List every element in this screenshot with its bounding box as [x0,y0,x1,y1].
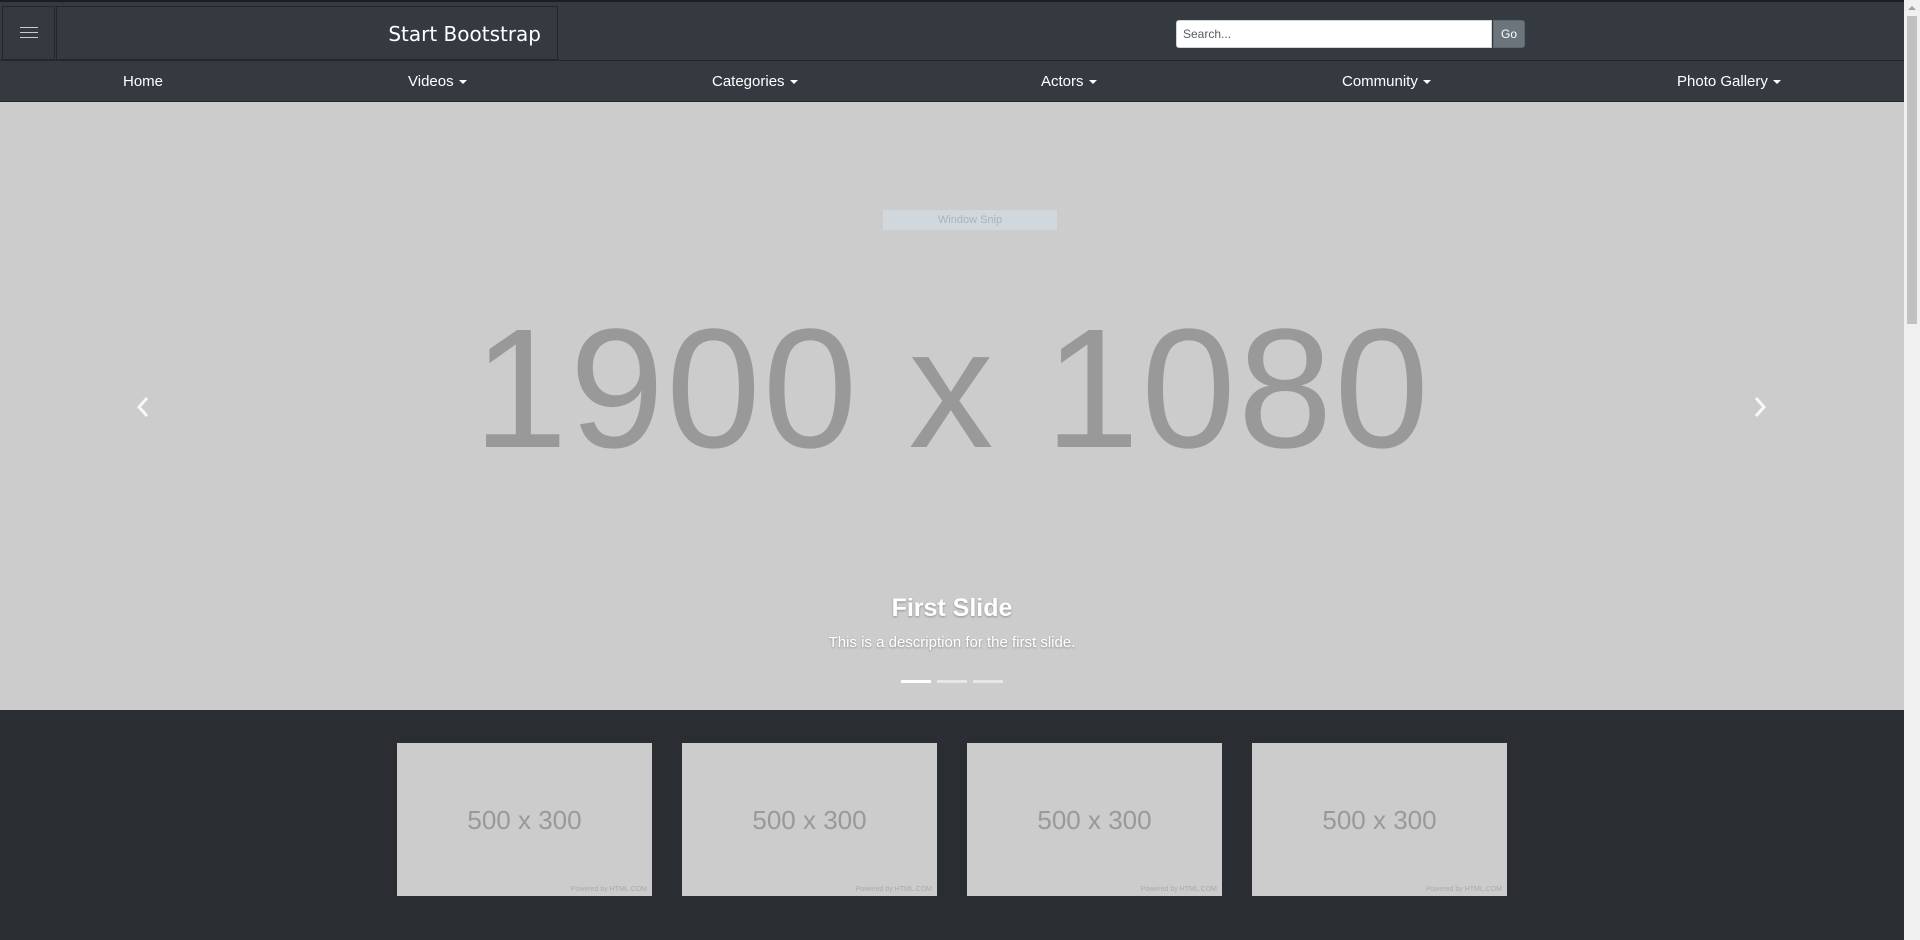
carousel-indicator[interactable] [937,680,967,683]
nav-item-label: Categories [712,73,785,90]
caret-down-icon [789,80,798,84]
arrow-up-icon [1908,6,1916,10]
carousel-indicator[interactable] [901,680,931,683]
thumbnail-placeholder-text: 500 x 300 [467,805,582,835]
hamburger-icon [19,27,38,39]
thumbnail-placeholder-text: 500 x 300 [1037,805,1152,835]
thumbnail-credit: Powered by HTML.COM [1425,886,1502,893]
caret-down-icon [1422,80,1431,84]
nav-item-videos[interactable]: Videos [408,73,467,90]
nav-item-actors[interactable]: Actors [1041,73,1097,90]
thumbnail-placeholder-text: 500 x 300 [752,805,867,835]
thumbnail-credit: Powered by HTML.COM [570,886,647,893]
caret-down-icon [1772,80,1781,84]
brand-container: Start Bootstrap [56,6,558,60]
nav-item-community[interactable]: Community [1342,73,1431,90]
carousel-next-button[interactable] [1740,392,1780,422]
top-navbar: Start Bootstrap Go [0,0,1904,61]
slide-placeholder-text: 1900 x 1080 [473,294,1431,484]
hero-carousel: Window Snip 1900 x 1080 First Slide This… [0,102,1904,710]
caret-down-icon [1088,80,1097,84]
page-scrollbar[interactable] [1904,0,1920,940]
thumbnail-section: 500 x 300 Powered by HTML.COM 500 x 300 … [0,710,1904,940]
scrollbar-thumb[interactable] [1907,16,1917,324]
chevron-left-icon [136,397,149,417]
scroll-up-button[interactable] [1904,0,1920,16]
menu-toggle-button[interactable] [2,6,55,60]
thumbnail-credit: Powered by HTML.COM [1140,886,1217,893]
carousel-indicator[interactable] [973,680,1003,683]
page: Start Bootstrap Go Home Videos Categorie… [0,0,1920,940]
search-input[interactable] [1176,20,1492,48]
nav-item-label: Photo Gallery [1677,73,1768,90]
nav-item-home[interactable]: Home [123,73,163,90]
carousel-indicators [901,680,1003,683]
nav-item-label: Videos [408,73,454,90]
carousel-prev-button[interactable] [123,392,163,422]
go-button[interactable]: Go [1493,20,1525,48]
nav-item-label: Community [1342,73,1418,90]
thumbnail-card[interactable]: 500 x 300 Powered by HTML.COM [397,743,652,896]
main-nav: Home Videos Categories Actors Community … [0,61,1904,102]
brand-link[interactable]: Start Bootstrap [388,22,541,46]
nav-item-label: Home [123,73,164,90]
nav-item-label: Actors [1041,73,1084,90]
thumbnail-card[interactable]: 500 x 300 Powered by HTML.COM [1252,743,1507,896]
thumbnail-card[interactable]: 500 x 300 Powered by HTML.COM [682,743,937,896]
window-snip-overlay: Window Snip [883,210,1057,230]
chevron-right-icon [1754,397,1767,417]
nav-item-categories[interactable]: Categories [712,73,798,90]
caret-down-icon [458,80,467,84]
thumbnail-placeholder-text: 500 x 300 [1322,805,1437,835]
thumbnail-credit: Powered by HTML.COM [855,886,932,893]
nav-item-photo-gallery[interactable]: Photo Gallery [1677,73,1781,90]
slide-caption-description: This is a description for the first slid… [828,634,1076,651]
thumbnail-card[interactable]: 500 x 300 Powered by HTML.COM [967,743,1222,896]
slide-caption-title: First Slide [891,594,1013,622]
search-form: Go [1176,20,1525,48]
